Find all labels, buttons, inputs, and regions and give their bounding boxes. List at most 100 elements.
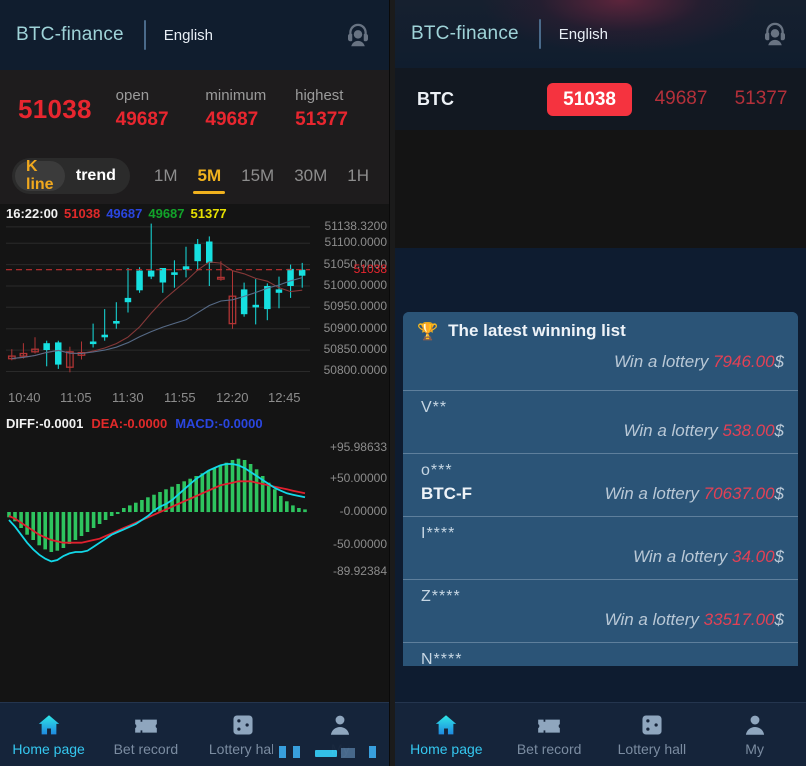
nav-home-page[interactable]: Home page	[0, 712, 97, 757]
time-tick: 11:05	[60, 390, 92, 405]
winner-amount-row: Win a lottery 7946.00$	[421, 350, 784, 374]
winner-name: V**	[421, 399, 448, 416]
tab-timeframe-5m[interactable]: 5M	[187, 156, 231, 196]
win-label: Win a lottery	[604, 484, 704, 503]
tab-timeframe-15m[interactable]: 15M	[231, 156, 284, 196]
dice-icon	[230, 712, 256, 738]
chart-legend-v3: 49687	[148, 206, 185, 221]
header-divider-right	[538, 19, 541, 49]
ticker-label-open: open	[115, 87, 150, 104]
ticker-label-minimum: minimum	[205, 87, 267, 104]
candlestick-svg	[6, 223, 310, 373]
win-currency: $	[774, 352, 784, 371]
macd-svg	[7, 458, 307, 563]
time-axis: 10:40 11:05 11:30 11:55 12:20 12:45	[0, 386, 389, 412]
win-currency: $	[774, 421, 784, 440]
win-amount: 7946.00	[713, 352, 775, 371]
macd-tick: -89.92384	[332, 564, 387, 578]
macd-legend: DIFF:-0.0001 DEA:-0.0000 MACD:-0.0000	[0, 412, 389, 436]
chart-mode-toggle[interactable]: K line trend	[12, 158, 130, 194]
chart-legend-v1: 51038	[64, 206, 101, 221]
headset-icon[interactable]	[343, 20, 373, 50]
left-ticker: 51038 open 49687 minimum 49687 highest 5…	[0, 70, 389, 148]
win-amount: 70637.00	[703, 484, 775, 503]
winning-list-header: 🏆 The latest winning list	[403, 312, 798, 350]
ticker-col-minimum: minimum 49687	[205, 85, 283, 133]
language-selector[interactable]: English	[164, 27, 213, 44]
symbol-label: BTC	[417, 88, 454, 109]
brand-title-right: BTC-finance	[411, 23, 519, 44]
dice-icon-right	[639, 712, 665, 738]
winner-amount-row: Win a lottery 538.00$	[421, 419, 784, 443]
list-item[interactable]: Win a lottery 7946.00$	[403, 350, 798, 390]
home-icon	[36, 712, 62, 738]
nav-label-my: My	[331, 741, 350, 757]
brand-title: BTC-finance	[16, 24, 124, 45]
macd-tick: +95.98633	[329, 440, 387, 454]
price-chip[interactable]: 51038	[547, 82, 632, 116]
ticker-values: 51038 49687 51377	[517, 82, 792, 116]
right-top-bar: BTC-finance English	[395, 0, 806, 68]
tab-timeframe-30m[interactable]: 30M	[284, 156, 337, 196]
winner-amount-row: Win a lottery 33517.00$	[421, 608, 784, 632]
header-divider	[143, 20, 146, 50]
last-price-label: 51038	[353, 261, 387, 276]
list-item[interactable]: o*** BTC-F Win a lottery 70637.00$	[403, 453, 798, 516]
nav-my[interactable]: My	[292, 712, 389, 757]
ticker-columns: open 49687 minimum 49687 highest 51377	[92, 85, 379, 133]
nav-home-page-right[interactable]: Home page	[395, 712, 498, 757]
chart-legend-time: 16:22:00	[6, 206, 59, 221]
winner-name: Z****	[421, 588, 461, 605]
left-top-bar: BTC-finance English	[0, 0, 389, 70]
nav-my-right[interactable]: My	[703, 712, 806, 757]
winner-name: N****	[421, 651, 463, 666]
nav-label-bet: Bet record	[113, 741, 179, 757]
candlestick-chart[interactable]: 16:22:00 51038 49687 49687 51377 51138.3200 5…	[0, 204, 389, 386]
tab-timeframe-1h[interactable]: 1H	[337, 156, 379, 196]
right-panel: BTC-finance English BTC 51038 49687 5137…	[395, 0, 806, 766]
winner-name: I****	[421, 525, 456, 542]
list-item[interactable]: I**** Win a lottery 34.00$	[403, 516, 798, 579]
nav-bet-record[interactable]: Bet record	[97, 712, 194, 757]
nav-lottery-hall[interactable]: Lottery hall	[195, 712, 292, 757]
win-label: Win a lottery	[614, 352, 714, 371]
tab-timeframe-1m[interactable]: 1M	[144, 156, 188, 196]
macd-diff: DIFF:-0.0001	[6, 416, 84, 431]
language-selector-right[interactable]: English	[559, 26, 608, 43]
winning-list[interactable]: Win a lottery 7946.00$ V** Win a lottery 5…	[403, 350, 798, 666]
person-icon	[327, 712, 353, 738]
right-ticker: BTC 51038 49687 51377	[395, 68, 806, 130]
ticker-low: 49687	[654, 88, 708, 109]
left-panel: BTC-finance English 51038 open 49687 min…	[0, 0, 390, 766]
right-bottom-nav: Home page Bet record Lottery hall My	[395, 702, 806, 766]
time-tick: 10:40	[8, 390, 41, 405]
nav-label-home-right: Home page	[410, 741, 483, 757]
chart-toolbar: K line trend 1M 5M 15M 30M 1H	[0, 148, 389, 204]
app-screen: BTC-finance English 51038 open 49687 min…	[0, 0, 806, 766]
nav-lottery-hall-right[interactable]: Lottery hall	[601, 712, 704, 757]
nav-label-lottery-right: Lottery hall	[617, 741, 687, 757]
chart-legend-v2: 49687	[106, 206, 143, 221]
win-amount: 538.00	[722, 421, 775, 440]
win-amount: 34.00	[731, 547, 775, 566]
win-label: Win a lottery	[623, 421, 723, 440]
list-item[interactable]: N****	[403, 642, 798, 666]
win-amount: 33517.00	[703, 610, 775, 629]
macd-chart[interactable]: +95.98633 +50.00000 -0.00000 -50.00000 -89.9…	[0, 436, 389, 586]
list-item[interactable]: Z**** Win a lottery 33517.00$	[403, 579, 798, 642]
list-item[interactable]: V** Win a lottery 538.00$	[403, 390, 798, 453]
nav-bet-record-right[interactable]: Bet record	[498, 712, 601, 757]
chart-legend-v4: 51377	[190, 206, 227, 221]
time-tick: 11:30	[112, 390, 144, 405]
headset-icon-right[interactable]	[760, 19, 790, 49]
nav-label-lottery: Lottery hall	[208, 741, 278, 757]
tab-trend[interactable]: trend	[65, 161, 127, 191]
right-spacer	[395, 248, 806, 312]
nav-label-my-right: My	[745, 741, 764, 757]
time-tick: 11:55	[164, 390, 196, 405]
tab-kline[interactable]: K line	[15, 158, 65, 193]
home-icon-right	[433, 712, 459, 738]
ticker-label-highest: highest	[295, 87, 344, 104]
ticker-col-open: open 49687	[116, 85, 194, 133]
ticker-value-open: 49687	[115, 109, 169, 130]
